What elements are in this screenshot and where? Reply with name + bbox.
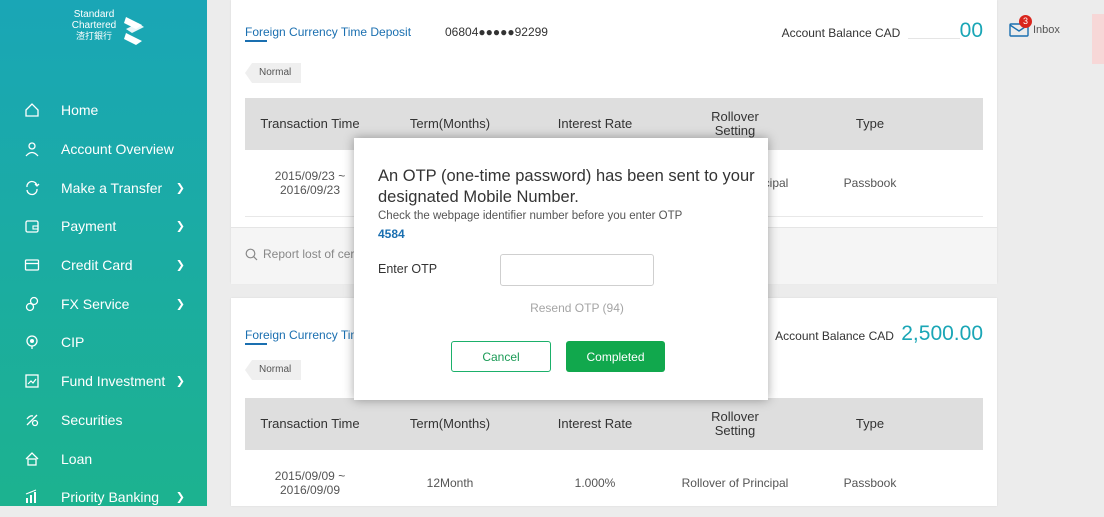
otp-dialog-subtitle: Check the webpage identifier number befo… [378,210,683,222]
cancel-button[interactable]: Cancel [451,341,551,372]
resend-otp-link[interactable]: Resend OTP (94) [500,301,654,315]
completed-button[interactable]: Completed [566,341,665,372]
webpage-identifier: 4584 [378,227,405,241]
otp-label: Enter OTP [378,262,438,276]
otp-input[interactable] [500,254,654,286]
otp-dialog-title: An OTP (one-time password) has been sent… [378,167,755,206]
otp-dialog: An OTP (one-time password) has been sent… [354,138,768,400]
